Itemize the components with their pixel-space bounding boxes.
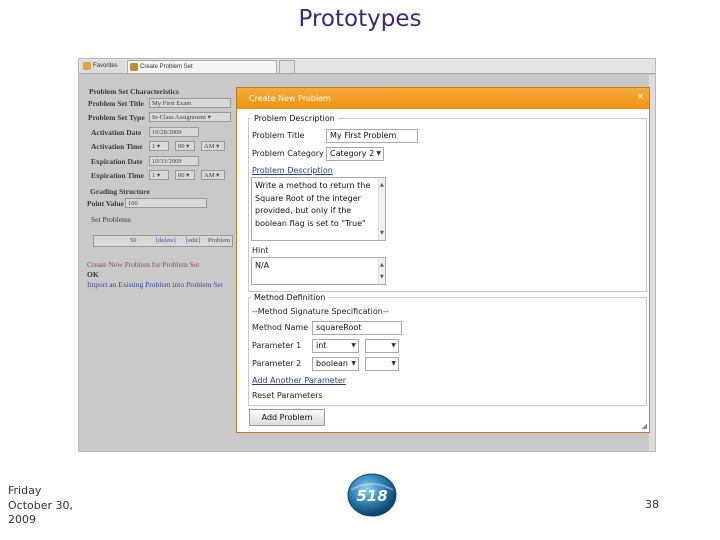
star-folder-icon: [83, 62, 91, 70]
create-problem-link[interactable]: Create New Problem for Problem Set: [87, 260, 199, 269]
parameter-1-label: Parameter 1: [252, 341, 302, 350]
browser-tab-bar: Favorites Create Problem Set: [79, 59, 655, 74]
chevron-down-icon: ▼: [376, 150, 381, 157]
field-label: Expiration Time: [91, 171, 144, 180]
problem-title-input[interactable]: My First Problem: [326, 129, 418, 143]
tab-favorites[interactable]: Favorites: [81, 60, 125, 73]
create-problem-modal: Create New Problem × Problem Description…: [236, 87, 650, 433]
problem-points: 50: [130, 237, 137, 244]
tab-create-problem-set[interactable]: Create Problem Set: [127, 60, 277, 73]
new-tab-button[interactable]: [279, 60, 295, 73]
chevron-down-icon: ▼: [351, 342, 356, 349]
parameter-2-name-select[interactable]: ▼: [365, 357, 399, 371]
slide-title: Prototypes: [298, 6, 422, 32]
edit-link[interactable]: [edit]: [186, 236, 200, 245]
parameter-2-type-select[interactable]: boolean ▼: [312, 357, 359, 371]
expiration-date-input[interactable]: 10/31/2009: [149, 156, 199, 166]
import-problem-link[interactable]: Import an Existing Problem into Problem …: [87, 280, 223, 289]
activation-ampm-select[interactable]: AM ▾: [201, 141, 225, 151]
expiration-hour-select[interactable]: 1 ▾: [149, 170, 169, 180]
problem-description-textarea[interactable]: Write a method to return the Square Root…: [251, 177, 386, 241]
textarea-scrollbar[interactable]: ▲ ▼: [378, 258, 385, 284]
field-label: Problem Set Type: [88, 113, 145, 122]
tab-label: Favorites: [93, 63, 118, 69]
page-icon: [130, 63, 138, 71]
delete-link[interactable]: [delete]: [156, 236, 176, 245]
activation-hour-select[interactable]: 1 ▾: [149, 141, 169, 151]
activation-date-input[interactable]: 10/28/2009: [149, 127, 199, 137]
logo-text: 518: [356, 487, 387, 505]
problem-set-type-select[interactable]: In-Class Assignment ▾: [149, 112, 231, 122]
section-heading: Problem Set Characteristics: [89, 87, 179, 96]
chevron-down-icon: ▼: [391, 342, 396, 349]
signature-heading: --Method Signature Specification--: [252, 307, 389, 316]
parameter-1-type-select[interactable]: int ▼: [312, 339, 359, 353]
field-label: Activation Time: [91, 142, 143, 151]
reset-parameters-link[interactable]: Reset Parameters: [252, 391, 323, 400]
problem-category-label: Problem Category: [252, 149, 324, 158]
modal-title: Create New Problem: [249, 94, 331, 103]
slide-date: Friday October 30, 2009: [8, 484, 74, 526]
method-name-input[interactable]: squareRoot: [312, 321, 402, 335]
ok-button[interactable]: OK: [87, 270, 99, 279]
parameter-2-label: Parameter 2: [252, 359, 302, 368]
chevron-down-icon: ▼: [391, 360, 396, 367]
textarea-scrollbar[interactable]: ▲ ▼: [378, 178, 385, 240]
method-name-label: Method Name: [252, 323, 309, 332]
problem-category-select[interactable]: Category 2 ▼: [326, 147, 384, 161]
point-value-label: Point Value: [87, 199, 124, 208]
activation-minute-select[interactable]: 00 ▾: [175, 141, 195, 151]
resize-grip-icon[interactable]: ◢: [642, 422, 647, 430]
problem-title-label: Problem Title: [252, 131, 305, 140]
course-logo: 518: [347, 473, 397, 517]
problem-name: Problem: [208, 237, 231, 244]
field-label: Problem Set Title: [88, 99, 144, 108]
problem-set-title-input[interactable]: My First Exam: [149, 98, 231, 108]
chevron-down-icon: ▼: [351, 360, 356, 367]
tab-label: Create Problem Set: [140, 64, 193, 70]
parameter-1-name-select[interactable]: ▼: [365, 339, 399, 353]
fieldset-legend: Problem Description: [254, 114, 335, 123]
add-parameter-link[interactable]: Add Another Parameter: [252, 376, 346, 385]
hint-label: Hint: [252, 246, 269, 255]
close-icon[interactable]: ×: [636, 92, 644, 102]
hint-textarea[interactable]: N/A ▲ ▼: [251, 257, 386, 285]
expiration-minute-select[interactable]: 00 ▾: [175, 170, 195, 180]
expiration-ampm-select[interactable]: AM ▾: [201, 170, 225, 180]
field-label: Expiration Date: [91, 157, 143, 166]
field-label: Activation Date: [91, 128, 142, 137]
browser-screenshot: Favorites Create Problem Set Problem Set…: [78, 58, 656, 452]
section-heading: Grading Structure: [90, 187, 150, 196]
add-problem-button[interactable]: Add Problem: [249, 409, 325, 426]
point-value-input[interactable]: 100: [125, 198, 207, 208]
page-number: 38: [645, 498, 659, 511]
problem-row: 50 [delete] [edit] Problem: [93, 235, 233, 247]
set-problems-label: Set Problems: [91, 215, 131, 224]
problem-description-label[interactable]: Problem Description: [252, 166, 333, 175]
modal-header: Create New Problem ×: [237, 88, 649, 109]
fieldset-legend: Method Definition: [254, 293, 326, 302]
